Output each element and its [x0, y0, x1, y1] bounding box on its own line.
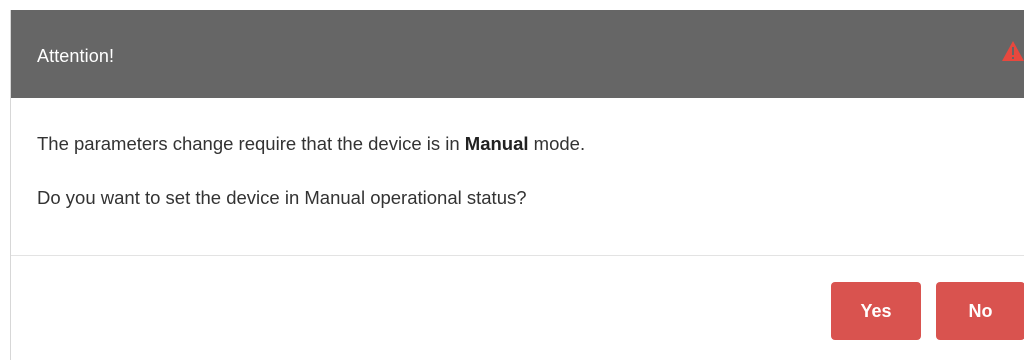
no-button[interactable]: No	[936, 282, 1024, 340]
warning-triangle-icon	[1002, 41, 1024, 61]
dialog-message-line-1: The parameters change require that the d…	[37, 132, 585, 156]
dialog-divider	[11, 255, 1024, 256]
dialog-title: Attention!	[37, 46, 115, 66]
mode-name: Manual	[464, 133, 529, 154]
confirmation-dialog: Attention! The parameters change require…	[10, 10, 1024, 360]
yes-button[interactable]: Yes	[831, 282, 921, 340]
dialog-message-line-2: Do you want to set the device in Manual …	[37, 187, 527, 208]
background-strip	[0, 0, 1024, 10]
dialog-header: Attention!	[11, 10, 1024, 98]
message-text: mode.	[528, 133, 586, 154]
message-text: The parameters change require that the d…	[37, 133, 465, 154]
